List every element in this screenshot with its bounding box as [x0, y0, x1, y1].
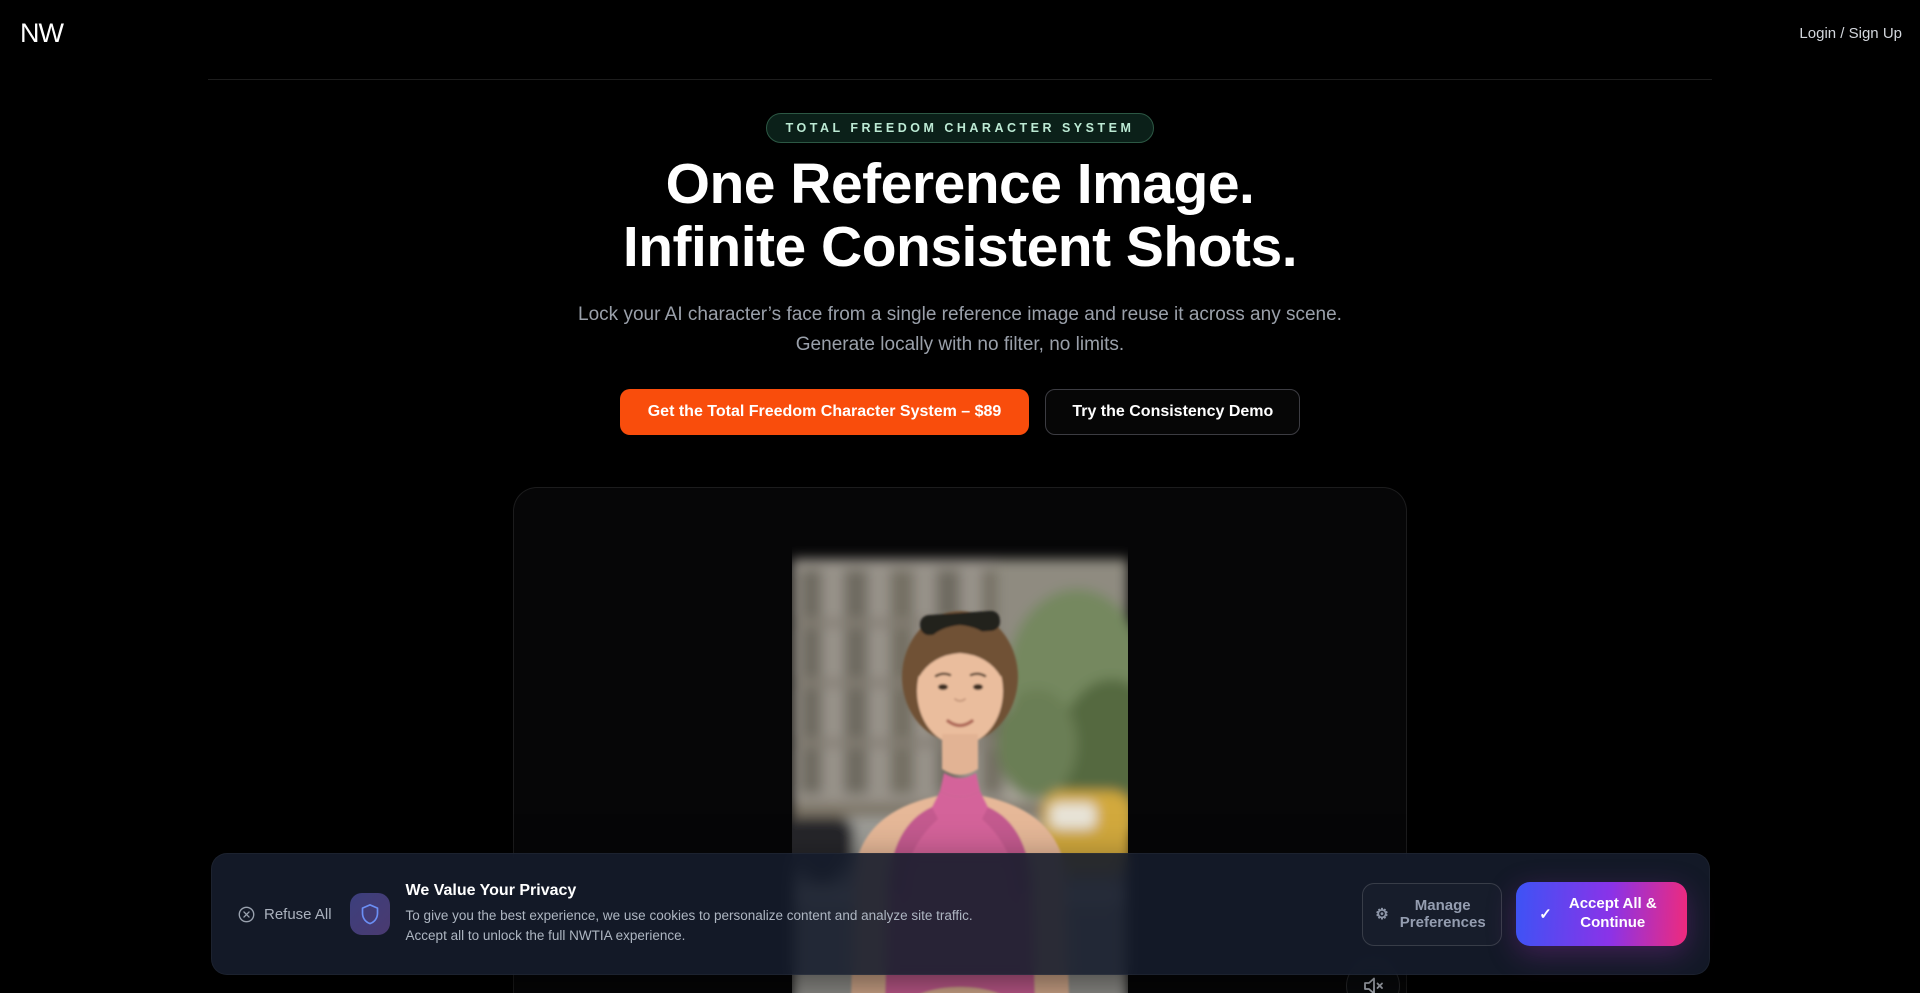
cookie-text-block: We Value Your Privacy To give you the be… — [406, 882, 973, 945]
shield-icon — [360, 903, 380, 925]
hero-subtitle-line2: Generate locally with no filter, no limi… — [578, 330, 1342, 359]
gear-icon: ⚙ — [1375, 907, 1388, 922]
circle-x-icon — [238, 906, 255, 923]
demo-button[interactable]: Try the Consistency Demo — [1045, 389, 1300, 435]
accept-all-label: Accept All & Continue — [1562, 895, 1664, 933]
manage-preferences-button[interactable]: ⚙ Manage Preferences — [1362, 883, 1502, 946]
refuse-all-label: Refuse All — [264, 906, 332, 923]
cookie-body: To give you the best experience, we use … — [406, 906, 973, 945]
cookie-title: We Value Your Privacy — [406, 882, 973, 900]
buy-button[interactable]: Get the Total Freedom Character System –… — [620, 389, 1030, 435]
header-divider — [208, 79, 1712, 80]
hero-subtitle: Lock your AI character’s face from a sin… — [578, 300, 1342, 359]
site-header: NW Login / Sign Up — [0, 0, 1920, 80]
cta-row: Get the Total Freedom Character System –… — [620, 389, 1301, 435]
cookie-body-line2: Accept all to unlock the full NWTIA expe… — [406, 926, 973, 946]
brand-logo[interactable]: NW — [20, 18, 63, 49]
privacy-shield-tile — [350, 893, 390, 935]
cookie-actions: ⚙ Manage Preferences ✓ Accept All & Cont… — [1362, 882, 1687, 946]
check-icon: ✓ — [1539, 907, 1552, 922]
accept-all-button[interactable]: ✓ Accept All & Continue — [1516, 882, 1687, 946]
cookie-consent-banner: Refuse All We Value Your Privacy To give… — [211, 853, 1710, 975]
manage-preferences-label: Manage Preferences — [1397, 897, 1489, 932]
login-signup-link[interactable]: Login / Sign Up — [1799, 25, 1902, 42]
hero-title-line2: Infinite Consistent Shots. — [623, 216, 1297, 279]
hero-title: One Reference Image. Infinite Consistent… — [623, 153, 1297, 278]
hero-badge: TOTAL FREEDOM CHARACTER SYSTEM — [766, 113, 1155, 143]
muted-speaker-icon — [1361, 974, 1385, 993]
hero-subtitle-line1: Lock your AI character’s face from a sin… — [578, 304, 1342, 325]
landing-page: NW Login / Sign Up TOTAL FREEDOM CHARACT… — [0, 0, 1920, 993]
hero-title-line1: One Reference Image. — [623, 153, 1297, 216]
cookie-body-line1: To give you the best experience, we use … — [406, 906, 973, 926]
refuse-all-button[interactable]: Refuse All — [238, 906, 332, 923]
